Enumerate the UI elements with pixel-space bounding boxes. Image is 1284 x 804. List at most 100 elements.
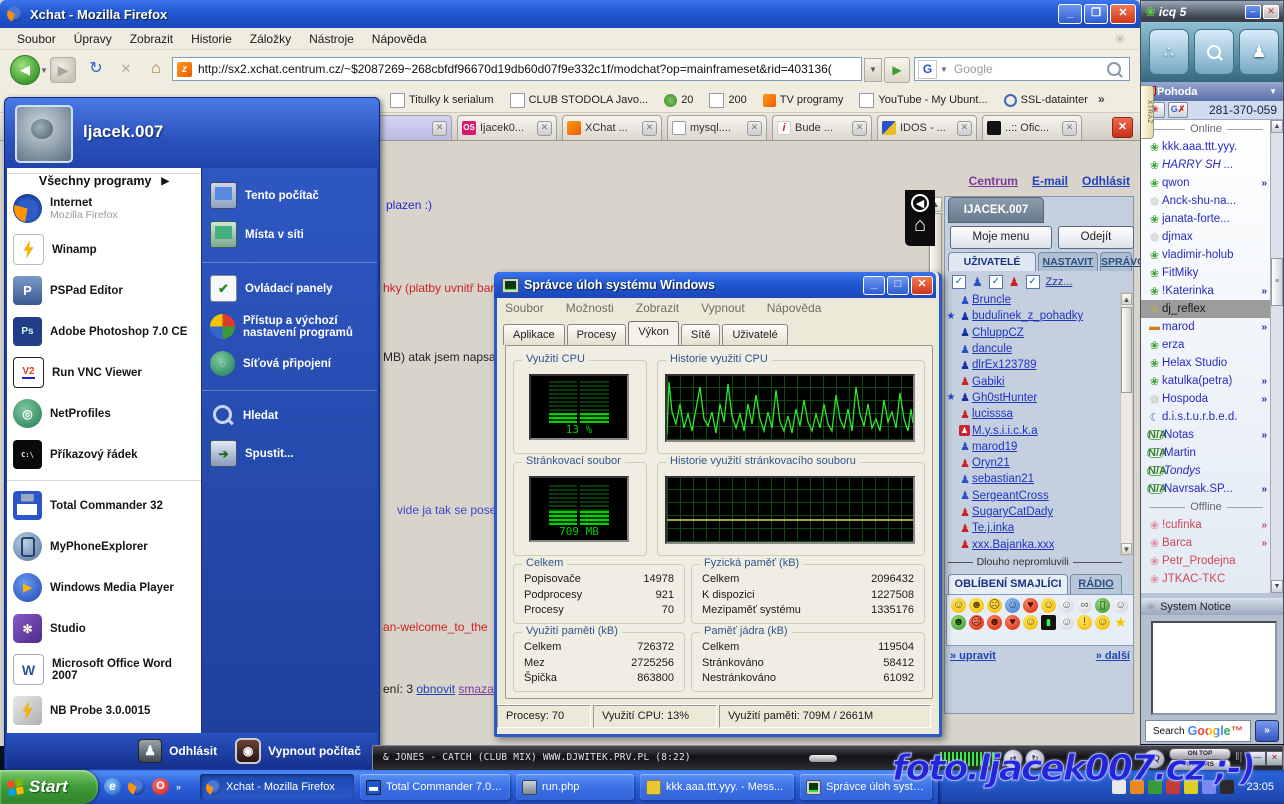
menu-item[interactable]: Zobrazit [636, 301, 679, 315]
smiley-icon[interactable]: ∞ [1077, 598, 1092, 613]
smiley-icon[interactable]: ♥ [1005, 615, 1020, 630]
tab-admin[interactable]: SPRÁVCE [1100, 252, 1132, 271]
close-icon[interactable]: ✕ [1263, 5, 1279, 19]
contact-row[interactable]: ❀ JTKAC-TKC [1141, 570, 1283, 588]
start-menu-item[interactable]: MyPhoneExplorer [7, 526, 201, 567]
chat-user-name[interactable]: Gh0stHunter [972, 392, 1037, 404]
chat-user-name[interactable]: dancule [972, 343, 1012, 355]
smiley-icon[interactable]: ☺ [1113, 598, 1128, 613]
taskbar-button-totalcmd[interactable]: Total Commander 7.01 ... [360, 774, 510, 800]
tab-users[interactable]: UŽIVATELÉ [948, 252, 1036, 271]
checkbox[interactable] [952, 275, 966, 289]
smiley-icon[interactable]: ♥ [1023, 598, 1038, 613]
start-menu-place[interactable]: Síťová připojení [202, 345, 377, 382]
expand-icon[interactable]: » [1261, 430, 1267, 441]
maximize-icon[interactable]: □ [887, 276, 909, 295]
zzz-link[interactable]: Zzz... [1046, 276, 1073, 288]
tab-smileys[interactable]: OBLÍBENÍ SMAJLÍCI [948, 574, 1068, 594]
smiley-icon[interactable]: ☺ [951, 598, 966, 613]
my-menu-button[interactable]: Moje menu [950, 226, 1052, 249]
tab-close-icon[interactable]: ✕ [537, 121, 552, 136]
chat-user-name[interactable]: SergeantCross [972, 490, 1049, 502]
contacts-scrollbar[interactable]: ▲ ≡ ▼ [1270, 120, 1283, 593]
start-menu-place[interactable]: Místa v síti [202, 215, 377, 254]
system-notice-bar[interactable]: ❀ System Notice [1141, 598, 1283, 615]
contact-row[interactable]: ▬ marod » [1141, 318, 1283, 336]
userlist-scrollbar[interactable]: ▲ ▼ [1120, 292, 1133, 556]
start-menu-item[interactable]: NetProfiles [7, 393, 201, 434]
start-menu-item[interactable]: Příkazový řádek [7, 434, 201, 475]
winamp-titlebar[interactable]: & JONES - CATCH (CLUB MIX) WWW.DJWITEK.P… [372, 745, 1284, 771]
go-button[interactable]: ▶ [884, 57, 910, 83]
chat-nav-widget[interactable]: ◀ ⌂ [905, 190, 935, 246]
email-link[interactable]: E-mail [1032, 174, 1068, 194]
bookmark-item[interactable]: TV programy [763, 94, 844, 107]
back-dropdown-icon[interactable]: ▼ [40, 66, 48, 75]
tray-icon[interactable] [1166, 780, 1180, 794]
chevron-down-icon[interactable]: ▼ [1269, 87, 1277, 96]
google-engine-icon[interactable]: G [918, 60, 937, 79]
tray-icon[interactable] [1112, 780, 1126, 794]
browser-tab[interactable]: mysql.... ✕ [667, 115, 767, 140]
expand-icon[interactable]: » [1261, 484, 1267, 495]
chat-user-name[interactable]: sebastian21 [972, 473, 1034, 485]
expand-icon[interactable]: » [1261, 178, 1267, 189]
google-off-icon[interactable]: G✗ [1168, 102, 1188, 118]
chat-user-row[interactable]: ♟ xxx.Bajanka.xxx [944, 536, 1120, 552]
contact-row[interactable]: ❀ qwon » [1141, 174, 1283, 192]
menu-item[interactable]: Historie [182, 32, 241, 46]
chat-user-row[interactable]: ♟ sebastian21 [944, 471, 1120, 487]
chat-user-row[interactable]: ♟ lucisssa [944, 406, 1120, 422]
bookmark-item[interactable]: CLUB STODOLA Javo... [510, 93, 649, 108]
smiley-icon[interactable]: ▮ [1041, 615, 1056, 630]
chat-user-row[interactable]: ♟ Gabiki [944, 373, 1120, 389]
tab-close-icon[interactable]: ✕ [642, 121, 657, 136]
status-person-icon[interactable]: ♟ [1239, 29, 1279, 75]
chat-user-name[interactable]: lucisssa [972, 408, 1013, 420]
smiley-icon[interactable]: ☺ [1059, 615, 1074, 630]
start-menu-item[interactable]: Winamp [7, 229, 201, 270]
contact-row[interactable]: ❀ kkk.aaa.ttt.yyy. [1141, 138, 1283, 156]
close-icon[interactable]: ✕ [1266, 751, 1283, 766]
contact-row[interactable]: ❀ HARRY SH ... [1141, 156, 1283, 174]
bookmark-item[interactable]: YouTube - My Ubunt... [859, 93, 987, 108]
contact-row[interactable]: ❀ Hospoda » [1141, 390, 1283, 408]
smiley-icon[interactable]: ☺ [1059, 598, 1074, 613]
home-button[interactable]: ⌂ [144, 57, 168, 81]
browser-tab[interactable]: XChat ... ✕ [562, 115, 662, 140]
contacts-icon[interactable]: ∴ [1149, 29, 1189, 75]
collapse-icon[interactable]: ◀ [911, 194, 929, 212]
smiley-icon[interactable]: ☺ [1023, 615, 1038, 630]
chat-user-name[interactable]: marod19 [972, 441, 1017, 453]
tray-icon[interactable] [1184, 780, 1198, 794]
tab-close-icon[interactable]: ✕ [957, 121, 972, 136]
menu-item[interactable]: Soubor [505, 301, 544, 315]
scroll-down-icon[interactable]: ▼ [1121, 543, 1132, 555]
start-menu-item[interactable]: Total Commander 32 [7, 480, 201, 526]
search-box[interactable]: G ▼ Google [914, 57, 1130, 81]
icq-titlebar[interactable]: ❀ icq 5 – ✕ [1141, 1, 1283, 22]
tab-close-icon[interactable]: ✕ [852, 121, 867, 136]
start-menu-place[interactable]: Tento počítač [202, 176, 377, 215]
quick-launch-overflow-icon[interactable]: » [176, 782, 181, 792]
menu-item[interactable]: Nápověda [363, 32, 436, 46]
tab-settings[interactable]: NASTAVIT [1038, 252, 1098, 271]
browser-tab[interactable]: Ijacek0... ✕ [457, 115, 557, 140]
smiley-icon[interactable]: ☺ [1095, 615, 1110, 630]
contact-row[interactable]: ❀ !Katerinka » [1141, 282, 1283, 300]
taskbar-button-messenger[interactable]: kkk.aaa.ttt.yyy. - Mess... [640, 774, 794, 800]
menu-item[interactable]: Nápověda [767, 301, 822, 315]
chat-user-name[interactable]: budulinek_z_pohadky [972, 310, 1083, 322]
contact-row[interactable]: ❀ Helax Studio [1141, 354, 1283, 372]
forward-button[interactable]: ▶ [50, 57, 76, 83]
minimize-icon[interactable]: _ [863, 276, 885, 295]
tray-icon[interactable] [1148, 780, 1162, 794]
chat-user-row[interactable]: ♟ SugaryCatDady [944, 504, 1120, 520]
smiley-icon[interactable]: ☺ [1005, 598, 1020, 613]
stop-button[interactable]: ✕ [114, 57, 138, 81]
browser-tab[interactable]: ..:: Ofic... ✕ [982, 115, 1082, 140]
contact-row[interactable]: ❀ vladimir-holub [1141, 246, 1283, 264]
contact-row[interactable]: ❀ erza [1141, 336, 1283, 354]
start-menu-item[interactable]: Adobe Photoshop 7.0 CE [7, 311, 201, 352]
smiley-icon[interactable]: ☻ [951, 615, 966, 630]
